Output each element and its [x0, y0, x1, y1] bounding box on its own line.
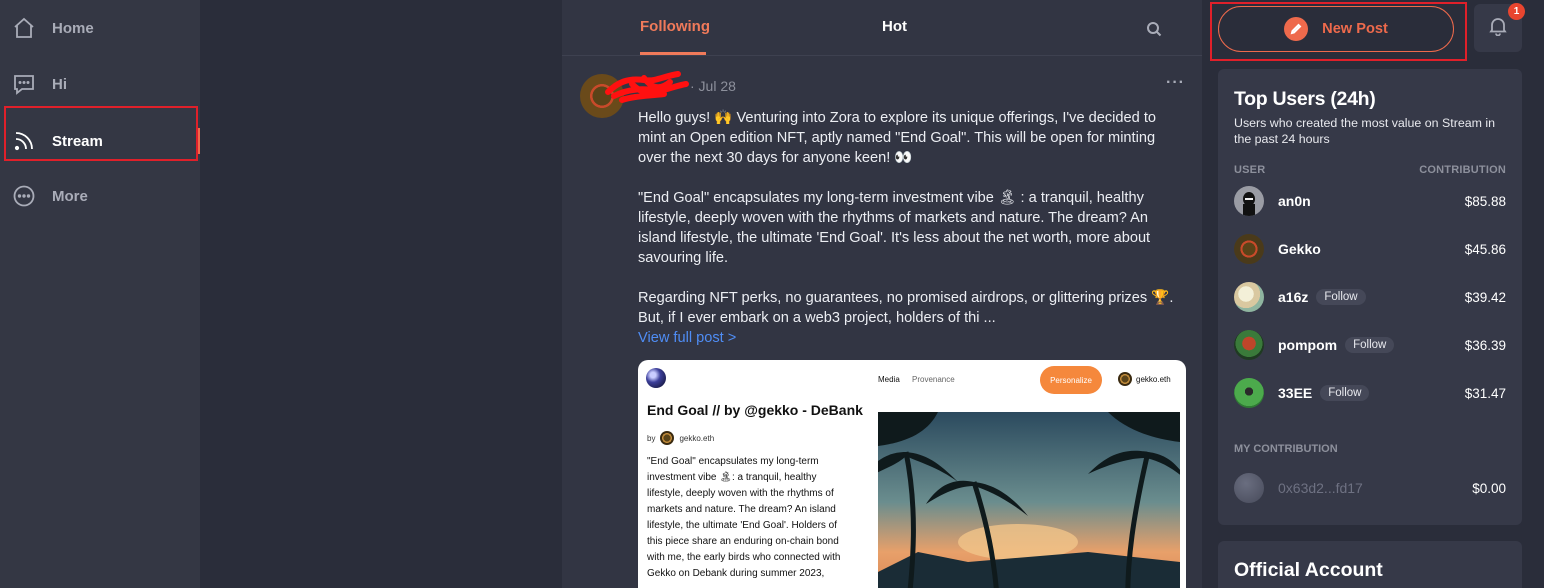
embedded-link-preview[interactable]: End Goal // by @gekko - DeBank by gekko.…: [638, 360, 1186, 588]
tab-underline: [640, 52, 706, 55]
sidebar-item-label: More: [52, 187, 88, 205]
embed-by-label: by: [647, 433, 656, 443]
top-users-title: Top Users (24h): [1234, 88, 1376, 110]
embed-user-avatar: [1118, 372, 1132, 386]
feed-tabs: Following Hot: [562, 0, 1202, 56]
embed-personalize-button: Personalize: [1040, 366, 1102, 394]
top-user-row[interactable]: a16z Follow $39.42: [1234, 281, 1506, 313]
more-options-icon[interactable]: ···: [1166, 74, 1185, 92]
user-name[interactable]: Gekko: [1278, 241, 1321, 257]
post-paragraph: Regarding NFT perks, no guarantees, no p…: [638, 290, 1174, 326]
zora-logo-icon: [646, 368, 666, 388]
post-paragraph: Hello guys! 🙌 Venturing into Zora to exp…: [638, 110, 1156, 166]
avatar: [1234, 186, 1264, 216]
my-contribution-amount: $0.00: [1472, 480, 1506, 496]
follow-button[interactable]: Follow: [1316, 289, 1366, 305]
sidebar-item-label: Home: [52, 19, 94, 37]
avatar: [1234, 378, 1264, 408]
active-indicator: [197, 128, 200, 154]
chat-icon: [12, 72, 36, 96]
avatar: [1234, 282, 1264, 312]
official-account-title: Official Account: [1234, 559, 1383, 581]
top-user-row[interactable]: 33EE Follow $31.47: [1234, 377, 1506, 409]
user-contribution: $39.42: [1464, 289, 1506, 305]
pencil-icon: [1284, 17, 1309, 41]
embed-byline: by gekko.eth: [647, 431, 714, 445]
top-users-panel: Top Users (24h) Users who created the mo…: [1218, 69, 1522, 525]
nft-artwork-image: [878, 412, 1180, 588]
more-circle-icon: [12, 184, 36, 208]
user-contribution: $36.39: [1464, 337, 1506, 353]
sidebar-item-home[interactable]: Home: [0, 0, 200, 56]
top-user-row[interactable]: Gekko $45.86: [1234, 233, 1506, 265]
column-header-contribution: CONTRIBUTION: [1419, 164, 1506, 176]
user-contribution: $45.86: [1464, 241, 1506, 257]
my-contribution-row: 0x63d2...fd17 $0.00: [1234, 472, 1506, 504]
search-icon[interactable]: [1146, 21, 1162, 37]
my-address: 0x63d2...fd17: [1278, 480, 1363, 496]
post-body: Hello guys! 🙌 Venturing into Zora to exp…: [638, 108, 1178, 348]
bell-icon: [1488, 16, 1508, 41]
rss-icon: [12, 129, 36, 153]
tab-following[interactable]: Following: [640, 18, 710, 35]
follow-button[interactable]: Follow: [1320, 385, 1370, 401]
home-icon: [12, 16, 36, 40]
embed-author-avatar: [660, 431, 675, 445]
top-user-row[interactable]: pompom Follow $36.39: [1234, 329, 1506, 361]
top-user-row[interactable]: an0n $85.88: [1234, 185, 1506, 217]
user-name[interactable]: a16z: [1278, 289, 1308, 305]
embed-tab-media: Media: [878, 375, 900, 384]
embed-user-name: gekko.eth: [1136, 374, 1171, 384]
follow-button[interactable]: Follow: [1345, 337, 1395, 353]
sidebar-item-label: Stream: [52, 132, 103, 150]
post-paragraph: "End Goal" encapsulates my long-term inv…: [638, 190, 1151, 266]
user-contribution: $85.88: [1464, 193, 1506, 209]
sidebar-item-label: Hi: [52, 75, 67, 93]
avatar: [1234, 473, 1264, 503]
sidebar-item-more[interactable]: More: [0, 168, 200, 224]
new-post-label: New Post: [1322, 21, 1388, 37]
view-full-post-link[interactable]: View full post >: [638, 328, 1178, 348]
sidebar-item-stream[interactable]: Stream: [0, 113, 200, 169]
tab-hot[interactable]: Hot: [882, 18, 907, 35]
avatar: [1234, 234, 1264, 264]
my-contribution-label: MY CONTRIBUTION: [1234, 443, 1338, 455]
embed-author-name: gekko.eth: [679, 433, 715, 443]
user-name[interactable]: an0n: [1278, 193, 1311, 209]
sidebar-item-hi[interactable]: Hi: [0, 56, 200, 112]
user-contribution: $31.47: [1464, 385, 1506, 401]
embed-tab-provenance: Provenance: [912, 375, 955, 384]
column-header-user: USER: [1234, 164, 1266, 176]
user-name[interactable]: pompom: [1278, 337, 1337, 353]
user-name[interactable]: 33EE: [1278, 385, 1312, 401]
top-users-subtitle: Users who created the most value on Stre…: [1234, 116, 1496, 146]
new-post-button[interactable]: New Post: [1218, 6, 1454, 52]
embed-title: End Goal // by @gekko - DeBank: [647, 402, 863, 418]
post-date: · Jul 28: [690, 78, 736, 94]
embed-user: gekko.eth: [1118, 372, 1171, 386]
official-account-panel: Official Account: [1218, 541, 1522, 588]
avatar: [1234, 330, 1264, 360]
redaction-scribble: [605, 71, 689, 103]
notification-badge: 1: [1508, 3, 1525, 20]
left-sidebar: Home Hi Stream More: [0, 0, 200, 588]
embed-description: "End Goal" encapsulates my long-term inv…: [647, 456, 841, 579]
